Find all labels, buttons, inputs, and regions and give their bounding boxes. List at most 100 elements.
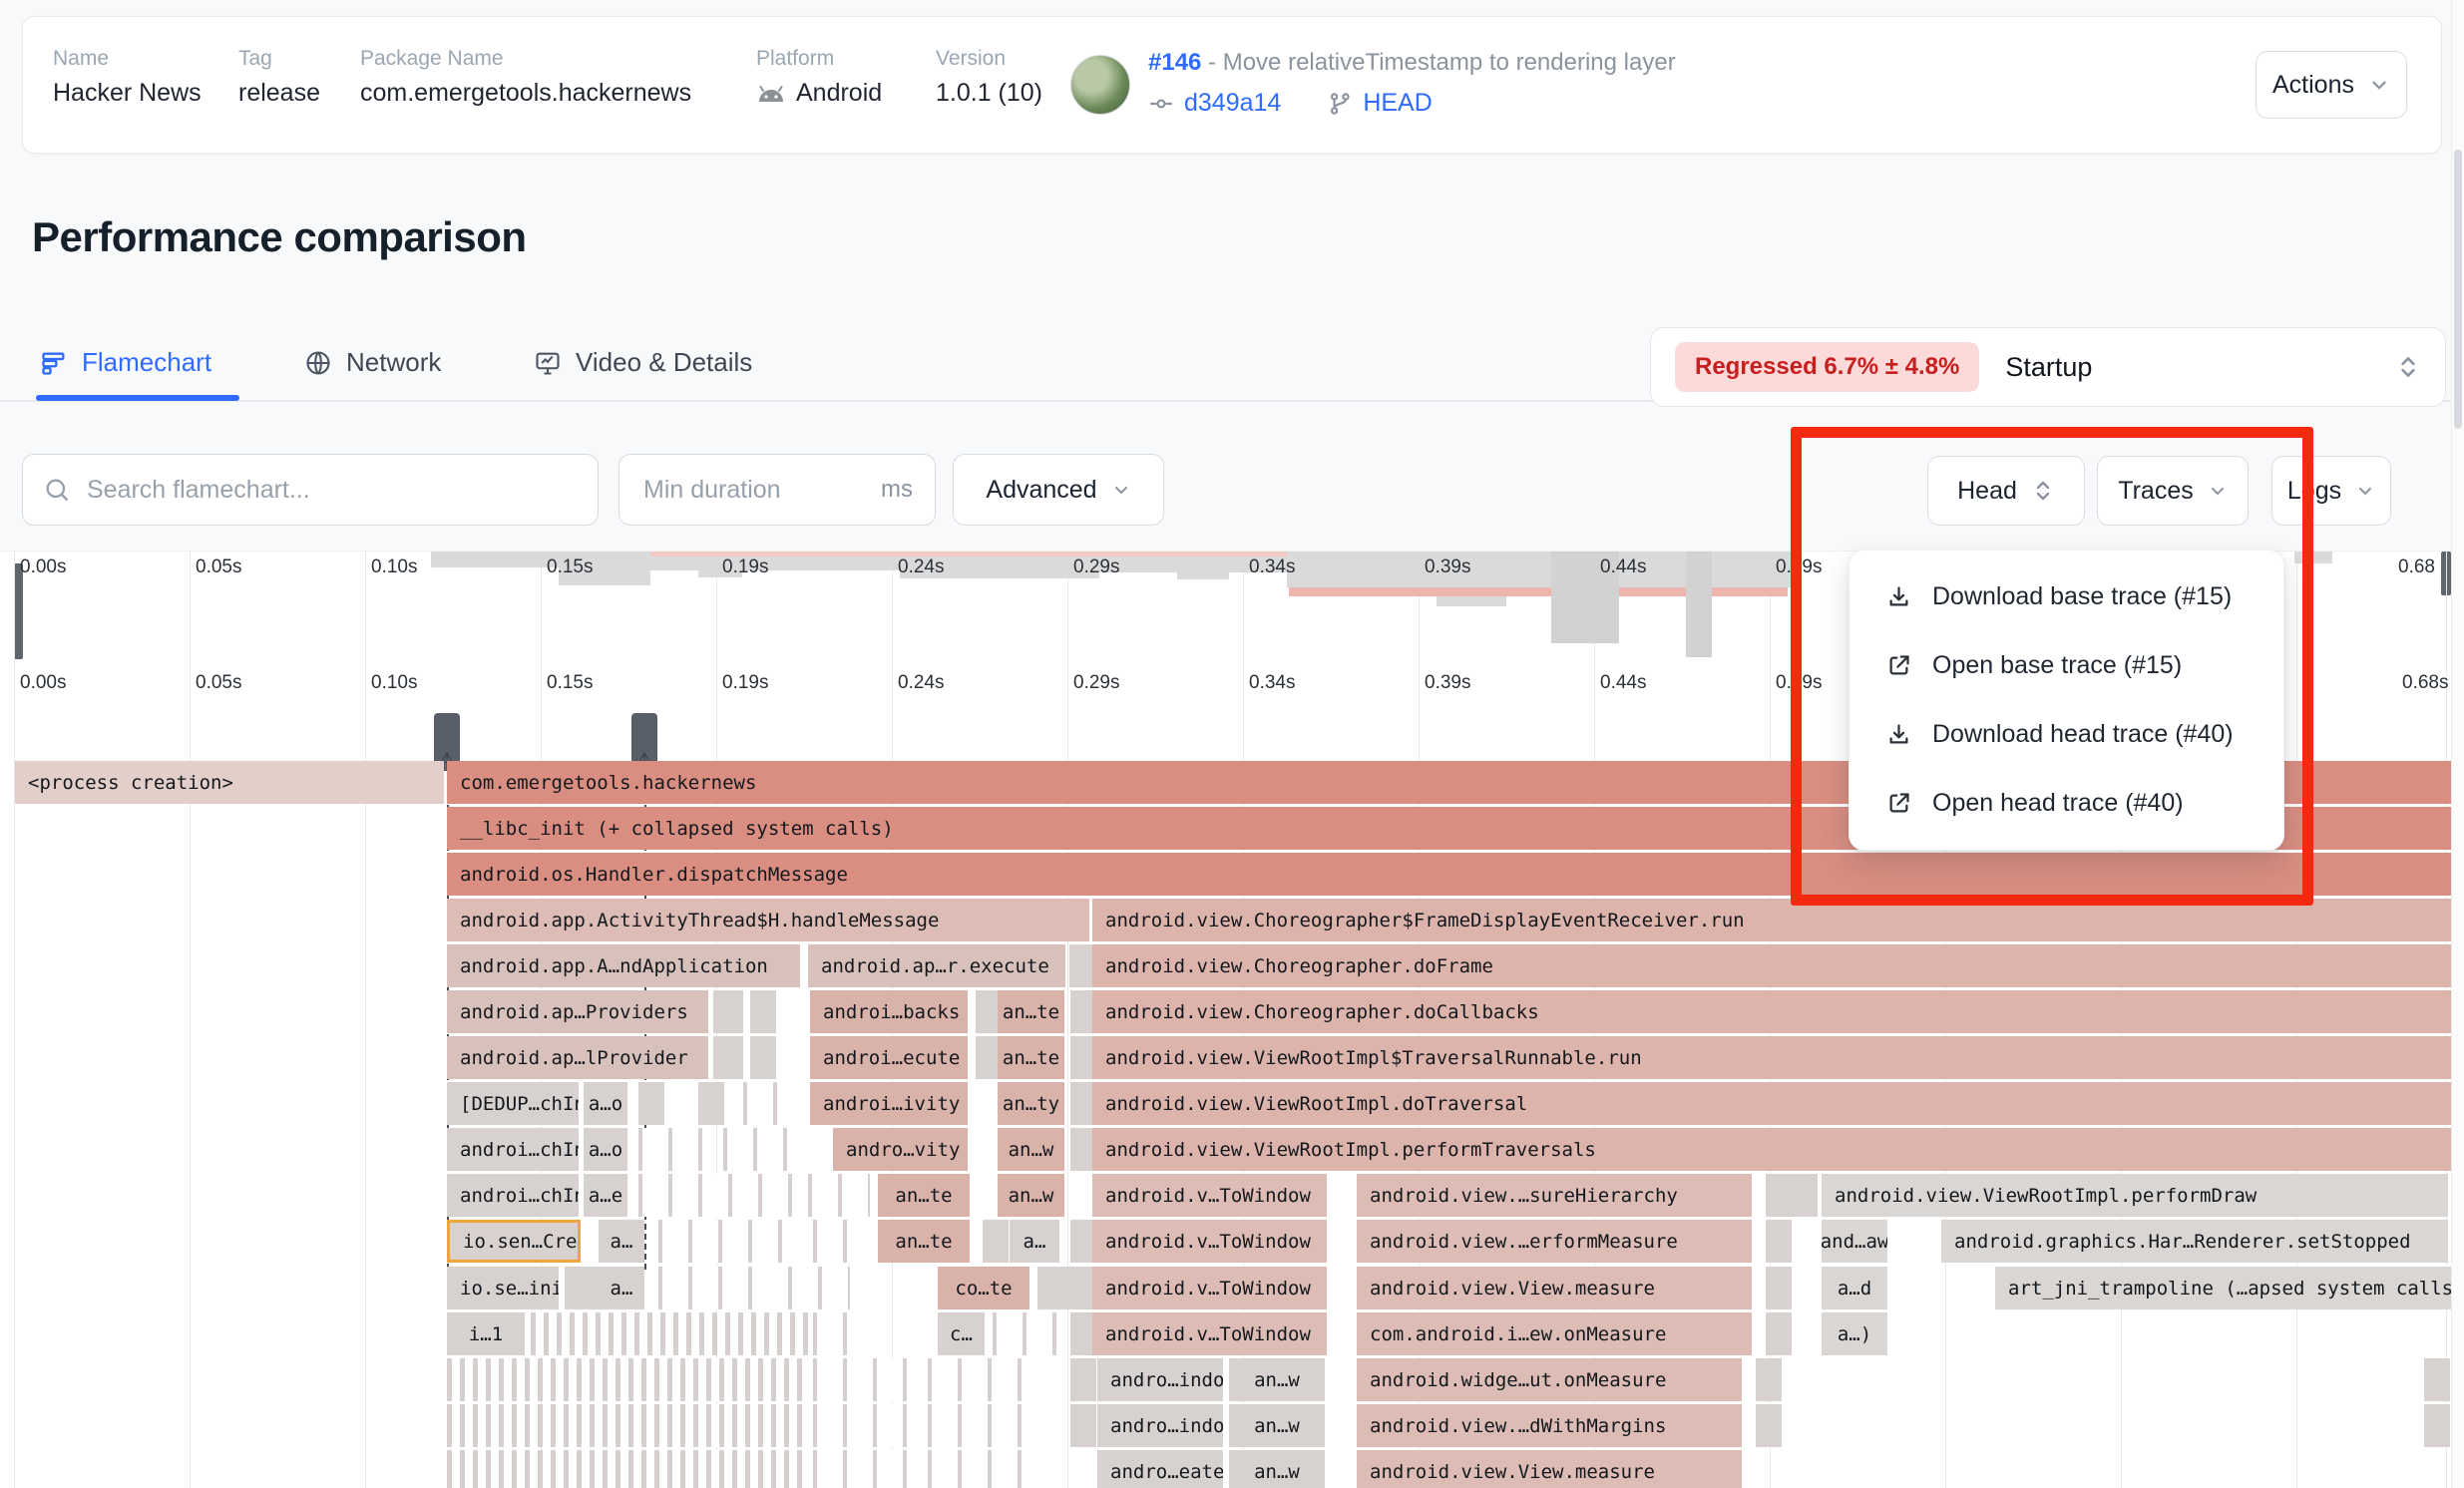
flame-segment[interactable]: an…te — [998, 990, 1064, 1033]
search-input[interactable] — [85, 474, 578, 506]
flame-segment[interactable]: android.app.ActivityThread$H.handleMessa… — [447, 899, 1089, 941]
metric-select[interactable]: Regressed 6.7% ± 4.8% Startup — [1650, 327, 2446, 407]
flame-segment[interactable]: andro…vity — [833, 1128, 968, 1171]
head-link[interactable]: HEAD — [1363, 89, 1432, 118]
flame-segment[interactable]: android.v…ToWindow — [1092, 1174, 1327, 1217]
flame-segment[interactable]: io.se…init — [447, 1267, 559, 1309]
flame-segment[interactable] — [698, 1082, 724, 1125]
flame-segment[interactable] — [1766, 1220, 1792, 1263]
flame-segment[interactable]: andro…indow — [1097, 1404, 1223, 1447]
flame-segment[interactable]: an…w — [998, 1128, 1064, 1171]
menu-item-open-base-trace[interactable]: Open base trace (#15) — [1849, 631, 2283, 700]
flame-segment[interactable]: an…w — [1229, 1404, 1325, 1447]
pr-link[interactable]: #146 — [1148, 49, 1201, 76]
flame-segment[interactable]: android.view.…sureHierarchy — [1357, 1174, 1752, 1217]
flame-segment[interactable]: art_jni_trampoline (…apsed system calls) — [1995, 1267, 2452, 1309]
flame-segment[interactable] — [743, 1082, 798, 1125]
flame-segment[interactable] — [723, 1128, 798, 1171]
flame-segment[interactable]: an…w — [1229, 1450, 1325, 1488]
flame-segment[interactable] — [813, 1312, 873, 1355]
flame-segment[interactable]: <process creation> — [15, 761, 444, 804]
flame-segment[interactable] — [808, 1174, 870, 1217]
flame-segment[interactable]: a…e — [584, 1174, 627, 1217]
flame-segment[interactable] — [713, 990, 743, 1033]
flame-segment[interactable]: android.widge…ut.onMeasure — [1357, 1358, 1742, 1401]
flame-segment[interactable]: a…) — [1822, 1312, 1887, 1355]
flame-segment[interactable] — [638, 1174, 798, 1217]
tab-video-details[interactable]: Video & Details — [534, 347, 752, 378]
flame-segment[interactable] — [447, 1450, 808, 1488]
commit-link[interactable]: d349a14 — [1184, 89, 1281, 118]
menu-item-download-head-trace[interactable]: Download head trace (#40) — [1849, 700, 2283, 769]
flame-segment[interactable]: android.v…ToWindow — [1092, 1312, 1327, 1355]
flame-segment[interactable]: android.ap…Providers — [447, 990, 708, 1033]
flame-segment[interactable]: android.view.ViewRootImpl.performTravers… — [1092, 1128, 2464, 1171]
flame-segment[interactable] — [1756, 1358, 1782, 1401]
flame-segment[interactable]: androi…chInfo — [447, 1128, 579, 1171]
flame-segment[interactable] — [1070, 1404, 1096, 1447]
flame-segment[interactable]: com.android.i…ew.onMeasure — [1357, 1312, 1752, 1355]
flame-segment[interactable]: androi…ecute — [810, 1036, 968, 1079]
flame-segment[interactable]: android.view.Choreographer.doFrame — [1092, 944, 2464, 987]
flame-segment[interactable] — [813, 1358, 913, 1401]
flame-segment[interactable]: andro…indow — [1097, 1358, 1223, 1401]
scrollbar-thumb[interactable] — [2454, 150, 2462, 429]
flame-segment[interactable] — [813, 1450, 913, 1488]
flame-segment[interactable] — [813, 1404, 913, 1447]
flame-segment[interactable]: android.view.ViewRootImpl.performDraw — [1822, 1174, 2448, 1217]
flame-segment[interactable] — [813, 1220, 868, 1263]
flame-segment[interactable] — [1756, 1404, 1782, 1447]
flame-segment[interactable]: android.view.Choreographer.doCallbacks — [1092, 990, 2464, 1033]
flame-segment[interactable]: android.view.View.measure — [1357, 1267, 1752, 1309]
flame-segment[interactable] — [658, 1267, 778, 1309]
min-duration-input[interactable] — [641, 474, 871, 506]
flame-segment[interactable]: an…w — [1229, 1358, 1325, 1401]
flame-segment[interactable] — [788, 1267, 850, 1309]
flame-segment[interactable] — [447, 1404, 808, 1447]
flame-segment[interactable]: i…1 — [447, 1312, 525, 1355]
flame-segment[interactable]: co…te — [938, 1267, 1029, 1309]
flame-segment[interactable]: a… — [1010, 1220, 1059, 1263]
flame-segment[interactable]: androi…ivity — [810, 1082, 968, 1125]
flame-segment[interactable]: androi…backs — [810, 990, 968, 1033]
flame-segment[interactable]: android.view.View.measure — [1357, 1450, 1742, 1488]
flame-segment[interactable] — [928, 1358, 1047, 1401]
flame-segment[interactable] — [1766, 1312, 1792, 1355]
menu-item-open-head-trace[interactable]: Open head trace (#40) — [1849, 769, 2283, 838]
flame-segment[interactable]: an…ty — [998, 1082, 1064, 1125]
flame-segment[interactable]: android.view.…dWithMargins — [1357, 1404, 1742, 1447]
flame-segment[interactable]: android.os.Handler.dispatchMessage — [447, 853, 2464, 896]
flame-segment[interactable]: androi…chInfo — [447, 1174, 579, 1217]
actions-button[interactable]: Actions — [2256, 51, 2407, 119]
flame-segment[interactable]: io.sen…Create — [447, 1220, 581, 1263]
flame-segment[interactable]: andro…eated — [1097, 1450, 1223, 1488]
flame-segment[interactable] — [658, 1220, 798, 1263]
tab-flamechart[interactable]: Flamechart — [40, 347, 211, 378]
advanced-button[interactable]: Advanced — [953, 454, 1164, 526]
menu-item-download-base-trace[interactable]: Download base trace (#15) — [1849, 562, 2283, 631]
flame-segment[interactable]: a…o — [584, 1082, 627, 1125]
flame-segment[interactable]: a…o — [584, 1128, 627, 1171]
flame-segment[interactable]: a…d — [1822, 1267, 1887, 1309]
flame-segment[interactable] — [1766, 1267, 1792, 1309]
flame-segment[interactable] — [2424, 1358, 2450, 1401]
flame-segment[interactable] — [638, 1128, 708, 1171]
flame-segment[interactable]: [DEDUP…chInfo — [447, 1082, 579, 1125]
tab-network[interactable]: Network — [304, 347, 441, 378]
flame-segment[interactable] — [2424, 1404, 2450, 1447]
flame-segment[interactable]: a… — [599, 1267, 644, 1309]
flame-segment[interactable] — [531, 1312, 810, 1355]
flame-segment[interactable] — [750, 990, 776, 1033]
flame-segment[interactable]: android.v…ToWindow — [1092, 1267, 1327, 1309]
flame-segment[interactable] — [928, 1450, 1047, 1488]
flame-segment[interactable] — [750, 1036, 776, 1079]
flame-segment[interactable]: an…te — [998, 1036, 1064, 1079]
flame-segment[interactable]: a… — [599, 1220, 644, 1263]
flame-segment[interactable]: android.ap…r.execute — [808, 944, 1065, 987]
flame-segment[interactable]: android.view.ViewRootImpl.doTraversal — [1092, 1082, 2464, 1125]
flame-segment[interactable]: android.view.ViewRootImpl$TraversalRunna… — [1092, 1036, 2464, 1079]
flame-segment[interactable] — [983, 1220, 1009, 1263]
flame-segment[interactable] — [1070, 1358, 1096, 1401]
flame-segment[interactable] — [447, 1358, 808, 1401]
flame-segment[interactable] — [928, 1404, 1047, 1447]
